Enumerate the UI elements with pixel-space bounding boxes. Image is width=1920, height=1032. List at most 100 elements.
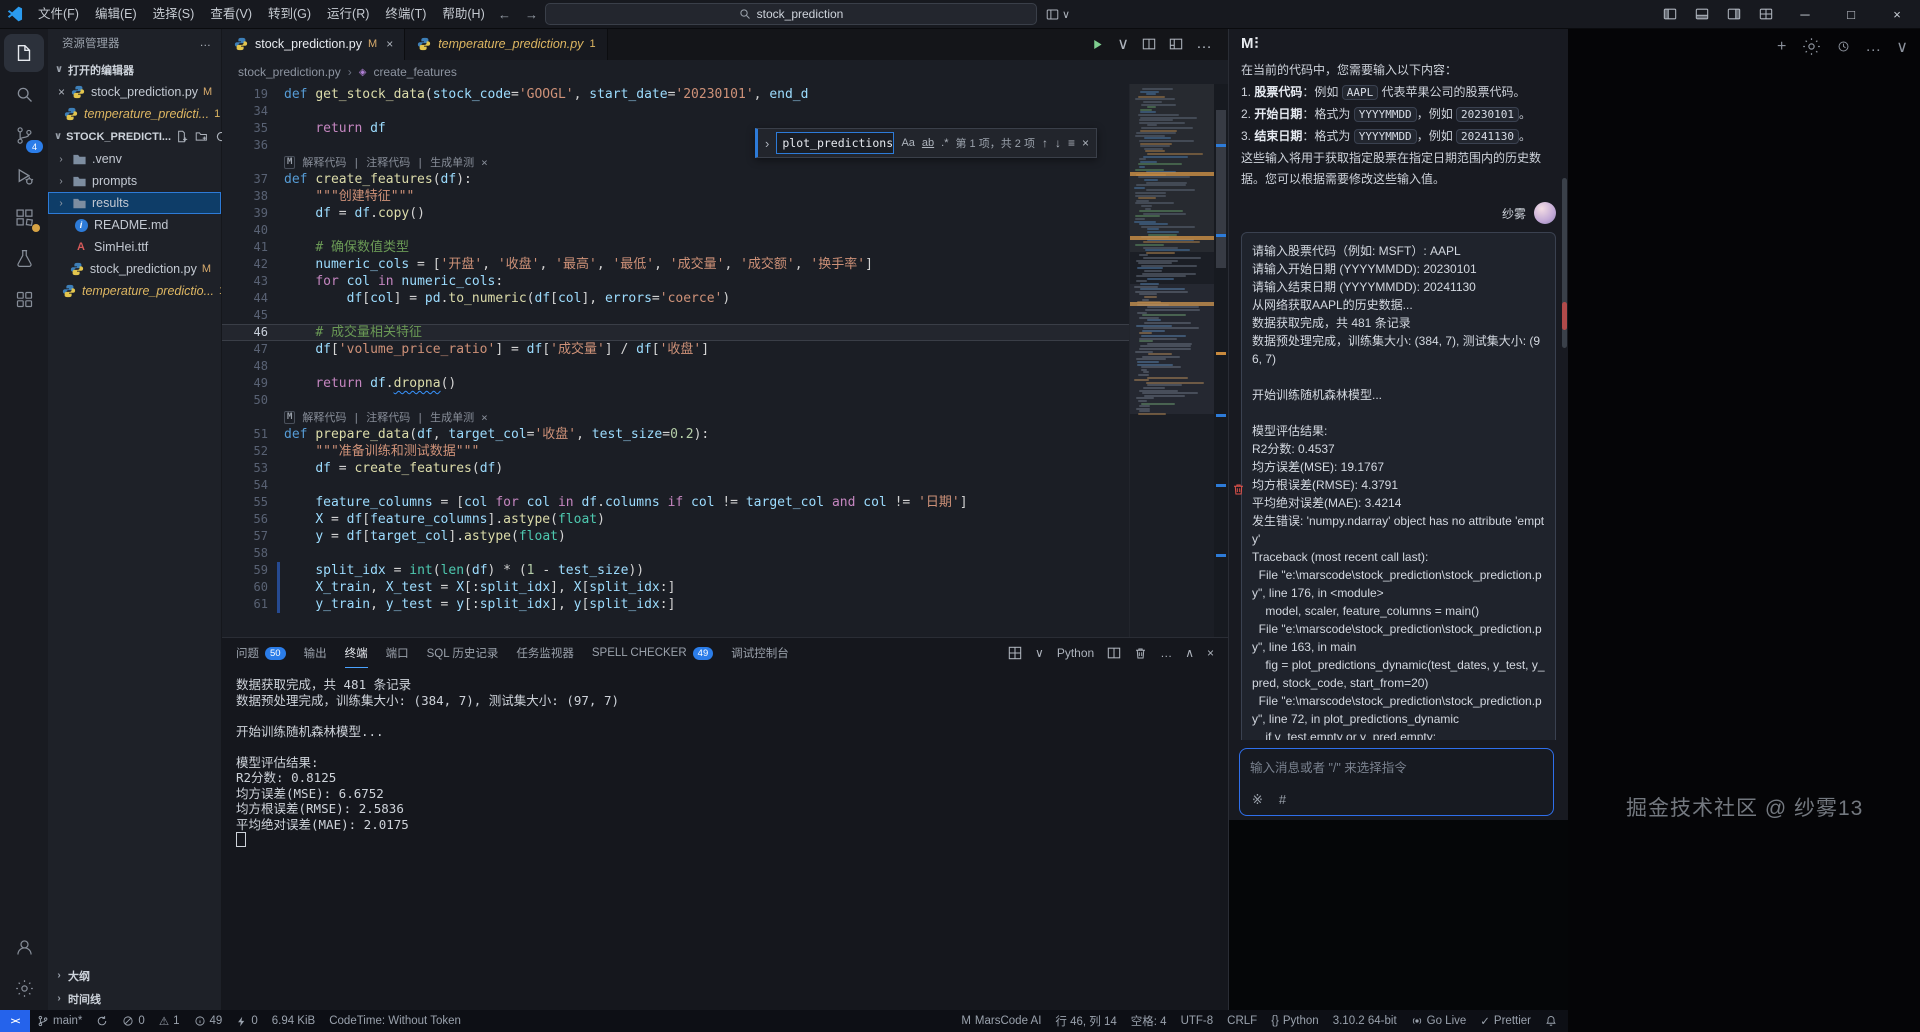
line-number[interactable]: 34 xyxy=(222,103,284,120)
code-editor[interactable]: 19def get_stock_data(stock_code='GOOGL',… xyxy=(222,86,1130,613)
status-item[interactable]: 49 xyxy=(187,1010,230,1032)
chevron-down-icon[interactable]: ∨ xyxy=(1035,646,1044,660)
activitybar-account[interactable] xyxy=(4,928,44,966)
open-editor-item[interactable]: ×stock_prediction.pyM xyxy=(48,81,221,103)
tree-item-results[interactable]: ›results xyxy=(48,192,221,214)
tree-item-README.md[interactable]: iREADME.md xyxy=(48,214,221,236)
line-number[interactable]: 59 xyxy=(222,562,284,579)
tree-item-temperature_predictio...[interactable]: temperature_predictio...1 xyxy=(48,280,221,302)
status-item[interactable]: 6.94 KiB xyxy=(265,1010,322,1032)
breadcrumb[interactable]: stock_prediction.py › ◈ create_features xyxy=(222,60,1228,84)
new-folder-icon[interactable] xyxy=(195,130,208,143)
menu-item-1[interactable]: 编辑(E) xyxy=(87,0,145,28)
line-number[interactable]: 44 xyxy=(222,290,284,307)
panel-tab-5[interactable]: 任务监视器 xyxy=(516,638,574,668)
status-item[interactable]: MMarsCode AI xyxy=(954,1010,1048,1032)
tab-stock_prediction.py[interactable]: stock_prediction.pyM× xyxy=(222,28,405,60)
scrollbar-thumb[interactable] xyxy=(1216,110,1226,268)
minimize-button[interactable]: ─ xyxy=(1782,0,1828,28)
tree-item-.venv[interactable]: ›.venv xyxy=(48,148,221,170)
regex-toggle[interactable]: .* xyxy=(941,137,948,149)
status-item[interactable]: CodeTime: Without Token xyxy=(322,1010,468,1032)
line-number[interactable]: 19 xyxy=(222,86,284,103)
layout-switch-icon[interactable]: ∨ xyxy=(1046,0,1070,28)
menu-item-2[interactable]: 选择(S) xyxy=(145,0,203,28)
activitybar-ai-assistant[interactable] xyxy=(4,280,44,318)
line-number[interactable]: 38 xyxy=(222,188,284,205)
status-item[interactable]: 行 46, 列 14 xyxy=(1048,1010,1123,1032)
toggle-panel-icon[interactable] xyxy=(1686,0,1718,28)
chat-collapse-icon[interactable]: ∨ xyxy=(1896,37,1908,57)
toggle-secondary-sidebar-icon[interactable] xyxy=(1718,0,1750,28)
chevron-down-icon[interactable]: ∨ xyxy=(1117,34,1129,54)
chat-history-icon[interactable] xyxy=(1837,40,1850,53)
tree-item-stock_prediction.py[interactable]: stock_prediction.pyM xyxy=(48,258,221,280)
status-item[interactable]: CRLF xyxy=(1220,1010,1264,1032)
chat-more-icon[interactable]: … xyxy=(1865,38,1881,56)
customize-layout-icon[interactable] xyxy=(1750,0,1782,28)
line-number[interactable]: 40 xyxy=(222,222,284,239)
line-number[interactable]: 47 xyxy=(222,341,284,358)
chat-settings-icon[interactable] xyxy=(1801,36,1822,57)
editor-scrollbar[interactable] xyxy=(1214,84,1228,637)
codelens-close-icon[interactable]: × xyxy=(481,154,488,171)
line-number[interactable]: 56 xyxy=(222,511,284,528)
terminal-shell-label[interactable]: Python xyxy=(1057,646,1094,660)
chevron-up-icon[interactable]: ∧ xyxy=(1185,646,1194,660)
activitybar-run-debug[interactable] xyxy=(4,157,44,195)
close-icon[interactable]: × xyxy=(1207,646,1214,660)
line-number[interactable]: 52 xyxy=(222,443,284,460)
close-icon[interactable]: × xyxy=(386,37,393,51)
split-editor-icon[interactable] xyxy=(1142,37,1156,51)
line-number[interactable]: 37 xyxy=(222,171,284,188)
panel-tab-1[interactable]: 输出 xyxy=(304,638,327,668)
menu-item-7[interactable]: 帮助(H) xyxy=(434,0,492,28)
open-editors-header[interactable]: ∨打开的编辑器 xyxy=(48,58,221,81)
remote-indicator[interactable]: >< xyxy=(0,1010,30,1032)
status-item[interactable]: Go Live xyxy=(1404,1010,1474,1032)
breadcrumb-symbol[interactable]: create_features xyxy=(373,65,456,79)
status-item[interactable] xyxy=(1538,1010,1564,1032)
project-header[interactable]: ∨STOCK_PREDICTI... xyxy=(48,125,221,148)
new-file-icon[interactable] xyxy=(175,130,188,143)
activitybar-extensions[interactable] xyxy=(4,198,44,236)
panel-tab-4[interactable]: SQL 历史记录 xyxy=(427,638,499,668)
chat-scrollbar[interactable] xyxy=(1562,58,1567,808)
activitybar-explorer[interactable] xyxy=(4,34,44,72)
nav-back-icon[interactable]: ← xyxy=(498,7,511,22)
toggle-sidebar-icon[interactable] xyxy=(1654,0,1686,28)
match-case-toggle[interactable]: Aa xyxy=(901,137,914,149)
maximize-button[interactable]: □ xyxy=(1828,0,1874,28)
panel-tab-7[interactable]: 调试控制台 xyxy=(731,638,789,668)
status-item[interactable] xyxy=(89,1010,115,1032)
panel-tab-3[interactable]: 端口 xyxy=(386,638,409,668)
activitybar-testing[interactable] xyxy=(4,239,44,277)
line-number[interactable]: 49 xyxy=(222,375,284,392)
line-number[interactable]: 46 xyxy=(222,324,284,341)
activitybar-settings[interactable] xyxy=(4,969,44,1007)
tree-item-prompts[interactable]: ›prompts xyxy=(48,170,221,192)
codelens-actions[interactable]: 解释代码 | 注释代码 | 生成单测 xyxy=(302,409,474,426)
breadcrumb-file[interactable]: stock_prediction.py xyxy=(238,65,341,79)
context-icon[interactable]: # xyxy=(1279,792,1286,808)
whole-word-toggle[interactable]: ab xyxy=(922,137,934,149)
line-number[interactable]: 51 xyxy=(222,426,284,443)
run-icon[interactable] xyxy=(1091,38,1104,51)
line-number[interactable]: 48 xyxy=(222,358,284,375)
line-number[interactable]: 57 xyxy=(222,528,284,545)
toggle-replace-icon[interactable]: › xyxy=(765,136,769,151)
line-number[interactable]: 42 xyxy=(222,256,284,273)
find-in-selection-icon[interactable]: ≡ xyxy=(1068,136,1075,150)
nav-forward-icon[interactable]: → xyxy=(525,7,538,22)
status-item[interactable]: main* xyxy=(30,1010,89,1032)
grid-icon[interactable] xyxy=(1008,646,1022,660)
status-item[interactable]: UTF-8 xyxy=(1174,1010,1221,1032)
line-number[interactable]: 36 xyxy=(222,137,284,154)
panel-tab-2[interactable]: 终端 xyxy=(345,638,368,668)
terminal-output[interactable]: 数据获取完成，共 481 条记录数据预处理完成，训练集大小: (384, 7),… xyxy=(222,668,1228,849)
codelens-actions[interactable]: 解释代码 | 注释代码 | 生成单测 xyxy=(302,154,474,171)
tab-temperature_prediction.py[interactable]: temperature_prediction.py1 xyxy=(405,28,607,60)
more-actions-icon[interactable]: … xyxy=(200,37,212,49)
command-center-search[interactable]: stock_prediction xyxy=(545,3,1037,25)
layout-icon[interactable] xyxy=(1169,37,1183,51)
